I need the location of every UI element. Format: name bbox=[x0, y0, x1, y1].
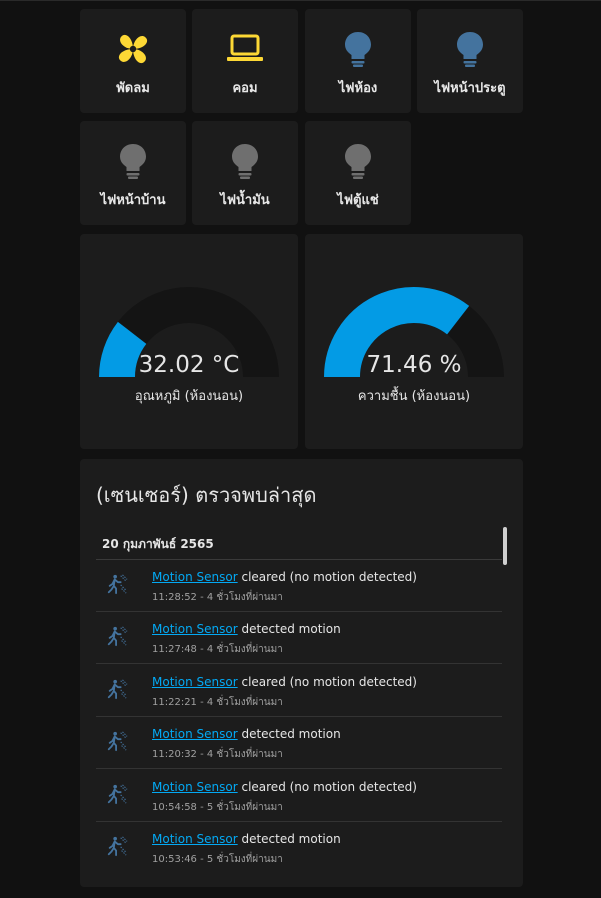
lightbulb-icon bbox=[345, 144, 371, 179]
motion-sensor-icon bbox=[107, 836, 128, 857]
laptop-icon bbox=[227, 34, 263, 61]
list-item: Motion Sensor cleared (no motion detecte… bbox=[96, 665, 502, 717]
lightbulb-icon bbox=[345, 32, 371, 67]
button-label: ไฟหน้าประตู bbox=[434, 81, 506, 96]
lightbulb-icon bbox=[120, 144, 146, 179]
motion-sensor-icon bbox=[107, 626, 128, 647]
lightbulb-icon bbox=[232, 144, 258, 179]
entry-message: cleared (no motion detected) bbox=[241, 780, 417, 794]
button-card-fridge-light[interactable]: ไฟตู้แช่ bbox=[305, 121, 411, 225]
gauge-value: 32.02 °C bbox=[138, 352, 240, 378]
list-item: Motion Sensor detected motion 11:20:32 -… bbox=[96, 717, 502, 769]
motion-sensor-icon bbox=[107, 574, 128, 595]
entry-time: 10:53:46 - 5 ชั่วโมงที่ผ่านมา bbox=[152, 854, 283, 865]
entity-link[interactable]: Motion Sensor bbox=[152, 780, 238, 794]
entity-link[interactable]: Motion Sensor bbox=[152, 675, 238, 689]
button-label: ไฟน้ำมัน bbox=[220, 193, 270, 208]
entity-link[interactable]: Motion Sensor bbox=[152, 832, 238, 846]
button-card-fan[interactable]: พัดลม bbox=[80, 9, 186, 113]
button-card-front-light[interactable]: ไฟหน้าบ้าน bbox=[80, 121, 186, 225]
entry-time: 11:20:32 - 4 ชั่วโมงที่ผ่านมา bbox=[152, 749, 283, 760]
divider bbox=[96, 663, 502, 664]
list-item: Motion Sensor cleared (no motion detecte… bbox=[96, 770, 502, 822]
gauge-value: 71.46 % bbox=[366, 352, 462, 378]
button-label: ไฟหน้าบ้าน bbox=[100, 193, 166, 208]
entity-link[interactable]: Motion Sensor bbox=[152, 622, 238, 636]
entry-time: 10:54:58 - 5 ชั่วโมงที่ผ่านมา bbox=[152, 802, 283, 813]
button-label: ไฟห้อง bbox=[338, 81, 378, 96]
button-card-oil-light[interactable]: ไฟน้ำมัน bbox=[192, 121, 298, 225]
gauge-name: ความชื้น (ห้องนอน) bbox=[357, 389, 471, 404]
button-label: พัดลม bbox=[116, 81, 150, 96]
logbook-date: 20 กุมภาพันธ์ 2565 bbox=[102, 537, 214, 551]
entry-time: 11:28:52 - 4 ชั่วโมงที่ผ่านมา bbox=[152, 592, 283, 603]
button-card-door-light[interactable]: ไฟหน้าประตู bbox=[417, 9, 523, 113]
motion-sensor-icon bbox=[107, 679, 128, 700]
button-label: ไฟตู้แช่ bbox=[337, 193, 379, 208]
logbook-card: (เซนเซอร์) ตรวจพบล่าสุด 20 กุมภาพันธ์ 25… bbox=[80, 459, 523, 887]
gauge-card-temperature[interactable]: 32.02 °C อุณหภูมิ (ห้องนอน) bbox=[80, 234, 298, 449]
entry-message: detected motion bbox=[241, 727, 341, 741]
list-item: Motion Sensor detected motion 10:53:46 -… bbox=[96, 822, 502, 874]
list-item: Motion Sensor detected motion 11:27:48 -… bbox=[96, 612, 502, 664]
lightbulb-icon bbox=[457, 32, 483, 67]
button-label: คอม bbox=[232, 81, 258, 96]
divider bbox=[96, 768, 502, 769]
fan-icon bbox=[118, 34, 148, 64]
scrollbar[interactable] bbox=[503, 527, 507, 565]
gauge-card-humidity[interactable]: 71.46 % ความชื้น (ห้องนอน) bbox=[305, 234, 523, 449]
button-card-room-light[interactable]: ไฟห้อง bbox=[305, 9, 411, 113]
entity-link[interactable]: Motion Sensor bbox=[152, 570, 238, 584]
list-item: Motion Sensor cleared (no motion detecte… bbox=[96, 560, 502, 612]
entry-message: detected motion bbox=[241, 832, 341, 846]
entry-time: 11:27:48 - 4 ชั่วโมงที่ผ่านมา bbox=[152, 644, 283, 655]
gauge-name: อุณหภูมิ (ห้องนอน) bbox=[134, 389, 244, 404]
entry-message: detected motion bbox=[241, 622, 341, 636]
button-card-computer[interactable]: คอม bbox=[192, 9, 298, 113]
temperature-gauge bbox=[99, 287, 279, 378]
entity-link[interactable]: Motion Sensor bbox=[152, 727, 238, 741]
logbook-title: (เซนเซอร์) ตรวจพบล่าสุด bbox=[96, 483, 317, 507]
entry-message: cleared (no motion detected) bbox=[241, 570, 417, 584]
entry-message: cleared (no motion detected) bbox=[241, 675, 417, 689]
humidity-gauge bbox=[324, 287, 504, 378]
motion-sensor-icon bbox=[107, 784, 128, 805]
top-divider bbox=[0, 0, 601, 1]
motion-sensor-icon bbox=[107, 731, 128, 752]
entry-time: 11:22:21 - 4 ชั่วโมงที่ผ่านมา bbox=[152, 697, 283, 708]
